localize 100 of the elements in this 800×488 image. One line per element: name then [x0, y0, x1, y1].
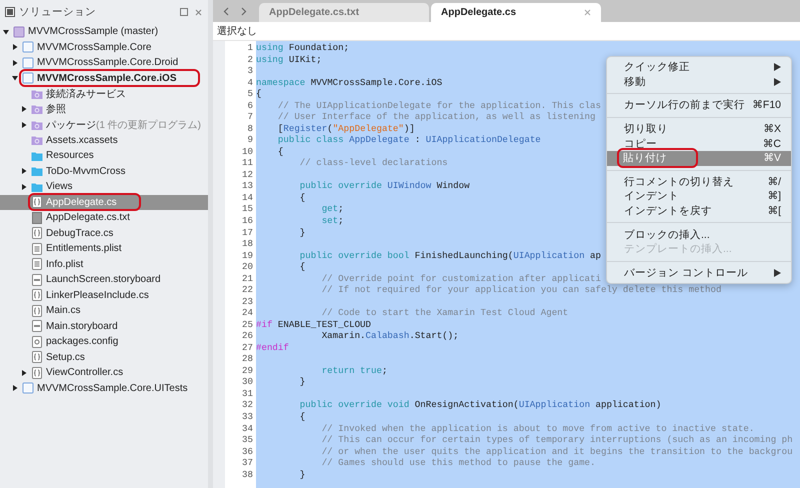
tree-item[interactable]: Assets.xcassets	[0, 132, 208, 148]
menu-item[interactable]: バージョン コントロール	[607, 266, 791, 280]
code-line: // Override point for customization after applicati	[320, 272, 601, 284]
tree-item[interactable]: Entitlements.plist	[0, 241, 208, 256]
disclosure-triangle-icon[interactable]	[3, 28, 9, 35]
code-file-icon	[31, 289, 43, 302]
tree-item[interactable]: Main.cs	[0, 303, 208, 318]
line-number: 16	[241, 214, 254, 226]
item-label: LaunchScreen.storyboard	[46, 274, 161, 286]
tree-item[interactable]: Info.plist	[0, 256, 208, 272]
line-number: 1	[246, 42, 254, 54]
tree-item[interactable]: MVVMCrossSample.Core.Droid	[0, 55, 208, 70]
list-file-icon	[31, 242, 43, 255]
tree-item[interactable]: AppDelegate.cs.txt	[0, 210, 208, 226]
code-line: public override UIWindow Window	[298, 180, 470, 192]
menu-item[interactable]: クイック修正	[607, 60, 791, 75]
tree-item[interactable]: LaunchScreen.storyboard	[0, 272, 208, 288]
menu-item[interactable]: カーソル行の前まで実行 ⌘F10	[607, 98, 791, 113]
tree-item[interactable]: MVVMCrossSample.Core	[0, 40, 208, 55]
menu-item[interactable]: 切り取り ⌘X	[607, 122, 791, 136]
disclosure-triangle-icon[interactable]	[21, 168, 27, 174]
line-number: 21	[241, 272, 254, 284]
line-number: 19	[241, 250, 254, 262]
line-number: 8	[246, 122, 254, 134]
item-label: MVVMCrossSample.Core.iOS	[37, 72, 176, 84]
dock-icon[interactable]	[180, 8, 188, 16]
code-line: namespace MVVMCrossSample.Core.iOS	[256, 76, 442, 88]
line-number: 10	[241, 146, 254, 158]
gear-folder-icon	[31, 88, 43, 100]
tree-item[interactable]: 接続済みサービス	[0, 86, 208, 102]
solution-icon	[13, 26, 25, 38]
code-file-icon	[31, 196, 43, 208]
disclosure-triangle-icon[interactable]	[21, 122, 27, 128]
code-line: // Invoked when the application is about to move from active to inactive state.	[320, 422, 754, 434]
breadcrumb[interactable]: 選択なし	[217, 24, 257, 38]
folder-icon	[31, 165, 43, 178]
folder-icon	[31, 150, 43, 162]
tree-item[interactable]: ViewController.cs	[0, 365, 208, 380]
code-line: {	[276, 146, 284, 158]
forward-icon[interactable]	[241, 6, 247, 16]
item-label: AppDelegate.cs	[46, 196, 117, 208]
project-icon	[22, 56, 34, 69]
item-label: AppDelegate.cs.txt	[46, 212, 130, 224]
disclosure-triangle-icon[interactable]	[12, 75, 18, 82]
menu-item[interactable]: インデント ⌘]	[607, 189, 791, 204]
tree-item[interactable]: Views	[0, 179, 208, 194]
code-line: set;	[320, 214, 344, 226]
tree-item[interactable]: ToDo-MvvmCross	[0, 164, 208, 179]
menu-item[interactable]: 行コメントの切り替え ⌘/	[607, 174, 791, 190]
code-line: // The UIApplicationDelegate for the application. This clas	[276, 100, 601, 112]
disclosure-triangle-icon[interactable]	[21, 370, 27, 376]
code-line: #if ENABLE_TEST_CLOUD	[256, 318, 372, 330]
disclosure-triangle-icon[interactable]	[21, 106, 27, 112]
code-file-icon	[31, 351, 43, 364]
item-label: MVVMCrossSample.Core	[37, 42, 152, 53]
code-line: public class AppDelegate : UIApplicationDelegate	[276, 134, 541, 146]
tree-item[interactable]: Setup.cs	[0, 350, 208, 365]
tree-item[interactable]: packages.config	[0, 334, 208, 350]
line-number: 30	[241, 376, 254, 388]
item-label: Resources	[46, 150, 94, 162]
tab[interactable]: AppDelegate.cs.txt	[259, 3, 429, 22]
disclosure-triangle-icon[interactable]	[21, 184, 27, 190]
panel-icon	[5, 7, 15, 17]
tree-item[interactable]: MVVMCrossSample (master)	[0, 24, 208, 40]
tab[interactable]: AppDelegate.cs	[431, 3, 601, 22]
tree-item[interactable]: Resources	[0, 148, 208, 164]
tree-item[interactable]: LinkerPleaseInclude.cs	[0, 288, 208, 303]
disclosure-triangle-icon[interactable]	[12, 385, 18, 392]
line-number: 20	[241, 261, 254, 273]
line-number: 23	[241, 296, 254, 308]
menu-item[interactable]: コピー ⌘C	[607, 136, 791, 151]
code-line: {	[298, 192, 306, 204]
code-line: // or when the user quits the application and it begins the transition to the backgrou	[320, 446, 793, 458]
code-file-icon	[31, 304, 43, 317]
code-line: // If not required for your application you can safely delete this method	[320, 284, 722, 296]
tree-item[interactable]: Main.storyboard	[0, 318, 208, 334]
line-number: 4	[246, 76, 254, 88]
disclosure-triangle-icon[interactable]	[12, 44, 18, 50]
item-label: 参照	[46, 102, 66, 116]
back-icon[interactable]	[223, 6, 229, 16]
tree-item[interactable]: DebugTrace.cs	[0, 226, 208, 241]
tree-item[interactable]: MVVMCrossSample.Core.UITests	[0, 380, 208, 396]
text-file-icon	[31, 212, 43, 224]
tree-item[interactable]: MVVMCrossSample.Core.iOS	[0, 70, 208, 86]
line-number: 3	[246, 65, 254, 77]
menu-item[interactable]: 移動	[607, 74, 791, 90]
close-icon[interactable]	[195, 8, 202, 16]
item-label: DebugTrace.cs	[46, 228, 114, 239]
line-number: 31	[241, 388, 254, 400]
code-line: using UIKit;	[256, 54, 322, 66]
item-label: packages.config	[46, 336, 118, 348]
menu-item[interactable]: ブロックの挿入...	[607, 227, 791, 242]
disclosure-triangle-icon[interactable]	[12, 60, 18, 66]
code-line: // This can occur for certain types of temporary interruptions (such as an incoming ph	[320, 434, 793, 446]
tree-item[interactable]: パッケージ(1 件の更新プログラム)	[0, 117, 208, 132]
layout-file-icon	[31, 274, 43, 286]
tree-item[interactable]: 参照	[0, 102, 208, 117]
code-line: {	[298, 261, 306, 273]
menu-item[interactable]: インデントを戻す ⌘[	[607, 204, 791, 218]
line-number: 27	[241, 342, 254, 354]
